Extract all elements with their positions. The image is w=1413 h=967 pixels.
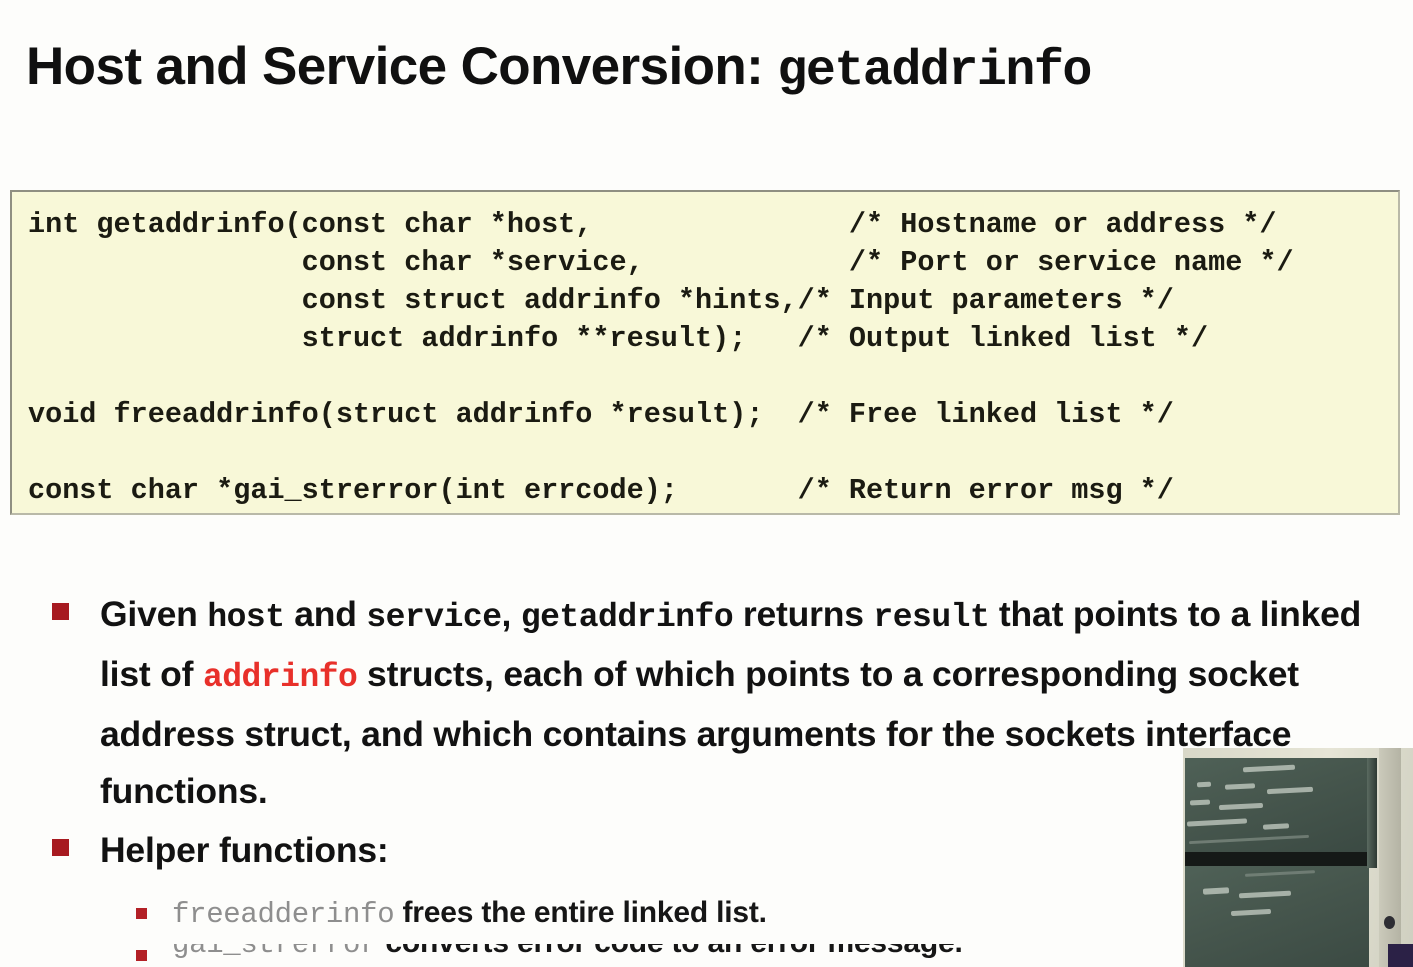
chalkboard-frame: [1367, 758, 1377, 868]
text-segment-sans: Helper functions:: [100, 830, 389, 870]
title-mono-text: getaddrinfo: [777, 43, 1092, 100]
code-line: const struct addrinfo *hints,/* Input pa…: [28, 284, 1174, 317]
code-block: int getaddrinfo(const char *host, /* Hos…: [10, 190, 1400, 515]
door-knob: [1384, 916, 1395, 929]
text-segment-sans: Given: [100, 594, 208, 634]
sub-bullet-item-text: gai_strerror converts error code to an e…: [172, 944, 1146, 960]
code-line: void freeaddrinfo(struct addrinfo *resul…: [28, 398, 1174, 431]
sub-bullet-item-gai-strerror-clipped: gai_strerror converts error code to an e…: [136, 944, 1146, 967]
chalkboard-lower: [1185, 866, 1369, 967]
square-bullet-icon: [52, 839, 69, 856]
code-line: int getaddrinfo(const char *host, /* Hos…: [28, 208, 1277, 241]
text-segment-mono: service: [366, 599, 502, 636]
text-segment-sans: frees the entire linked list.: [394, 896, 767, 929]
chalkboard-upper: [1185, 758, 1367, 857]
small-square-bullet-icon: [136, 908, 147, 919]
classroom-door: [1379, 748, 1401, 967]
chalk-tray: [1185, 852, 1369, 866]
code-line: const char *gai_strerror(int errcode); /…: [28, 474, 1174, 507]
text-segment-sans: returns: [733, 594, 874, 634]
text-segment-mono-red: addrinfo: [202, 659, 358, 696]
text-segment-sans: converts error code to an error message.: [377, 944, 962, 959]
code-line: const char *service, /* Port or service …: [28, 246, 1294, 279]
title-plain-text: Host and Service Conversion:: [26, 37, 778, 96]
sub-bullet-row: gai_strerror converts error code to an e…: [136, 944, 1146, 961]
wall-fixture: [1388, 944, 1413, 967]
text-segment-mono: result: [873, 599, 990, 636]
text-segment-mono-gray: freeadderinfo: [172, 898, 395, 931]
text-segment-sans: and: [284, 594, 367, 634]
text-segment-mono: host: [207, 599, 285, 636]
code-line: struct addrinfo **result); /* Output lin…: [28, 322, 1209, 355]
text-segment-mono: getaddrinfo: [520, 599, 734, 636]
page-title: Host and Service Conversion: getaddrinfo: [26, 38, 1396, 99]
text-segment-sans: ,: [501, 594, 521, 634]
slide-canvas: Host and Service Conversion: getaddrinfo…: [0, 0, 1413, 967]
square-bullet-icon: [52, 603, 69, 620]
text-segment-mono-gray: gai_strerror: [172, 944, 378, 961]
small-square-bullet-icon: [136, 950, 147, 961]
lecture-camera-feed[interactable]: [1183, 748, 1413, 967]
